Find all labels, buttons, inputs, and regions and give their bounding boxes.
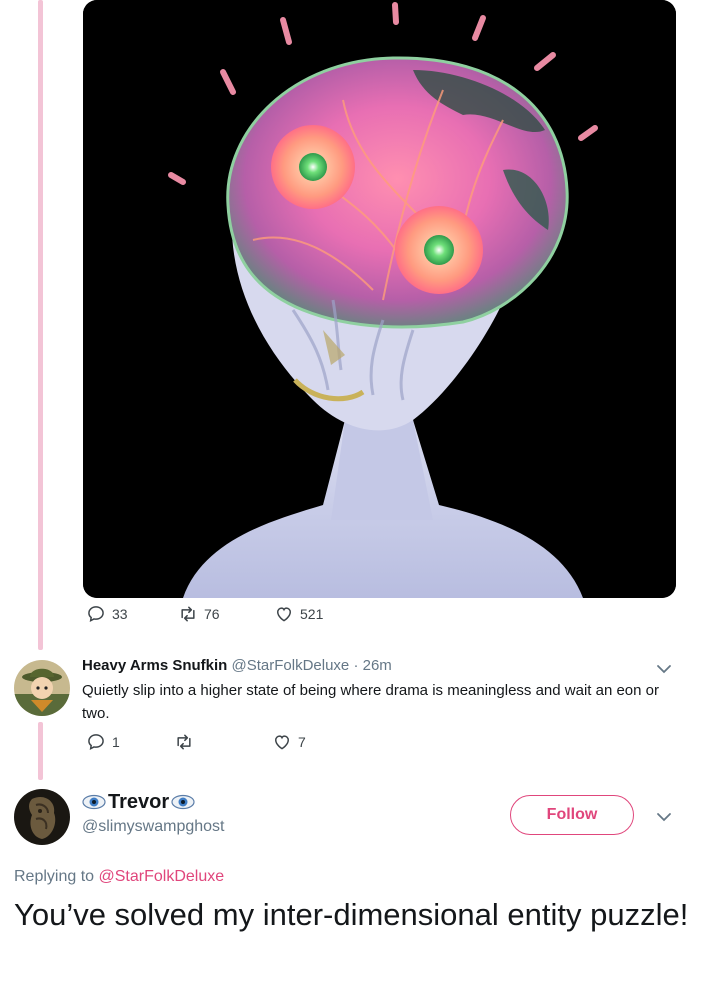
display-name: Trevor — [108, 791, 170, 813]
retweet-action[interactable]: 76 — [178, 604, 220, 624]
reply-tweet[interactable]: Heavy Arms Snufkin @StarFolkDeluxe · 26m… — [82, 656, 682, 725]
reply-action[interactable]: 1 — [86, 732, 120, 752]
reply-icon — [88, 734, 104, 751]
replying-to-label: Replying to — [14, 868, 95, 885]
like-icon — [274, 735, 290, 750]
like-action[interactable]: 7 — [272, 732, 306, 752]
like-action[interactable]: 521 — [274, 604, 323, 624]
retweet-action[interactable] — [174, 732, 200, 752]
tweet-author: Trevor @slimyswampghost — [82, 788, 225, 836]
like-count: 521 — [300, 606, 324, 622]
tweet-header: Heavy Arms Snufkin @StarFolkDeluxe · 26m — [82, 656, 682, 676]
tweet-media-image[interactable] — [83, 0, 676, 598]
alien-painting — [83, 0, 676, 598]
user-handle[interactable]: @StarFolkDeluxe — [232, 657, 350, 674]
thread-line — [38, 0, 43, 650]
like-icon — [276, 607, 292, 622]
avatar[interactable] — [14, 660, 70, 716]
tweet-text: You’ve solved my inter-dimensional entit… — [14, 897, 689, 932]
display-name[interactable]: Heavy Arms Snufkin — [82, 657, 227, 674]
reply-count: 1 — [112, 734, 120, 750]
reply-count: 33 — [112, 606, 128, 622]
retweet-icon — [181, 606, 195, 622]
eye-emoji-icon — [171, 794, 195, 810]
retweet-count: 76 — [204, 606, 220, 622]
replying-to-line: Replying to @StarFolkDeluxe — [14, 868, 224, 886]
reply-action[interactable]: 33 — [86, 604, 128, 624]
tweet-text: Quietly slip into a higher state of bein… — [82, 682, 659, 722]
chevron-down-icon[interactable] — [656, 809, 672, 825]
like-count: 7 — [298, 734, 306, 750]
eye-emoji-icon — [82, 794, 106, 810]
user-handle[interactable]: @slimyswampghost — [82, 818, 225, 836]
display-name-row[interactable]: Trevor — [82, 788, 225, 816]
tweet-timestamp[interactable]: 26m — [363, 657, 392, 674]
chevron-down-icon[interactable] — [656, 661, 672, 677]
avatar[interactable] — [14, 789, 70, 845]
replying-to-mention[interactable]: @StarFolkDeluxe — [99, 868, 225, 885]
avatar-image — [14, 789, 70, 845]
meta-separator: · — [353, 657, 359, 674]
avatar-image — [14, 660, 70, 716]
retweet-icon — [177, 734, 191, 750]
follow-button[interactable]: Follow — [510, 795, 634, 835]
reply-icon — [88, 606, 104, 623]
thread-line — [38, 722, 43, 780]
